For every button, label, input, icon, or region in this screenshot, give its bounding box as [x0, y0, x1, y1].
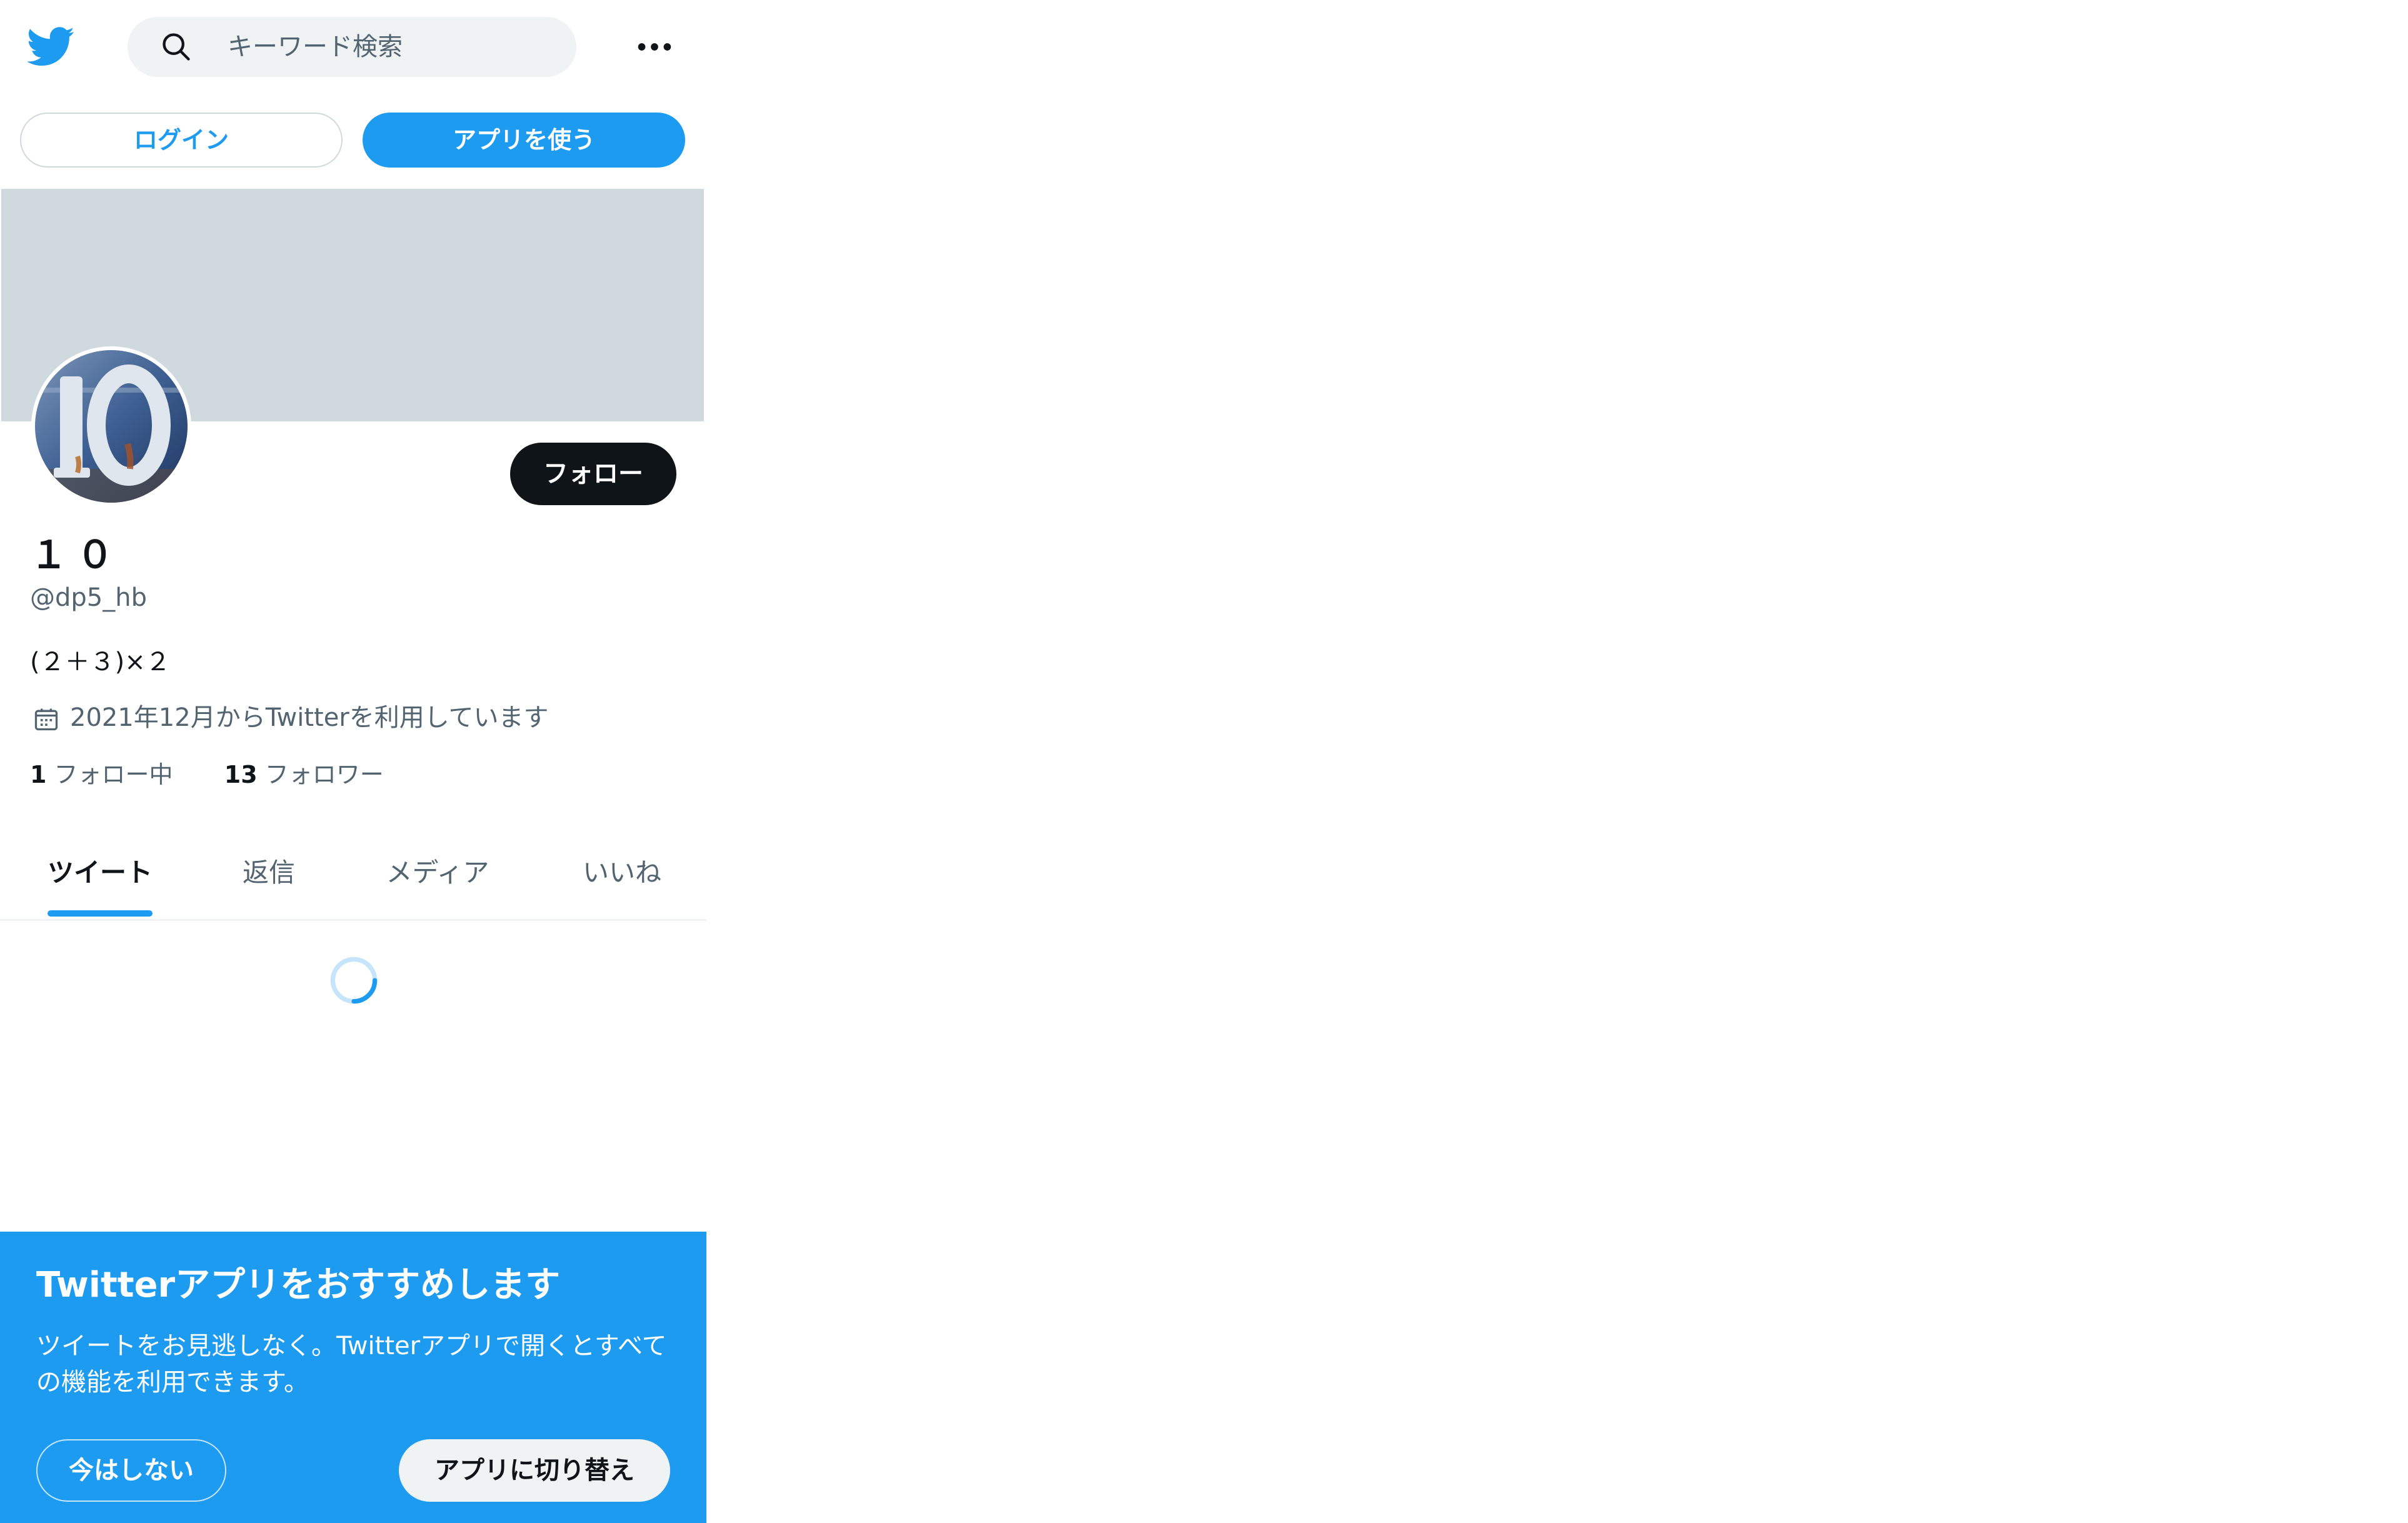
login-button[interactable]: ログイン [20, 113, 343, 168]
joined-text: 2021年12月からTwitterを利用しています [70, 703, 549, 732]
followers-link[interactable]: 13 フォロワー [217, 761, 384, 788]
avatar-image [35, 350, 188, 503]
follow-stats: 1 フォロー中 13 フォロワー [30, 759, 384, 790]
tab-media[interactable]: メディア [374, 857, 501, 889]
promo-title: Twitterアプリをおすすめします [36, 1265, 561, 1305]
followers-count: 13 [224, 761, 258, 788]
profile-handle: @dp5_hb [30, 583, 147, 612]
following-link[interactable]: 1 フォロー中 [30, 761, 181, 788]
use-app-button[interactable]: アプリを使う [363, 113, 685, 168]
app-promo-sheet: Twitterアプリをおすすめします ツイートをお見逃しなく。Twitterアプ… [0, 1232, 706, 1523]
search-input[interactable]: キーワード検索 [228, 32, 403, 62]
top-bar: キーワード検索 [0, 0, 706, 94]
following-count: 1 [30, 761, 47, 788]
tab-likes[interactable]: いいね [571, 857, 673, 889]
following-label: フォロー中 [54, 761, 173, 788]
loading-spinner-icon [330, 957, 378, 1004]
calendar-icon [34, 708, 58, 731]
search-box[interactable]: キーワード検索 [128, 17, 576, 77]
profile-tabs: ツイート 返信 メディア いいね [0, 838, 706, 921]
mobile-profile-page: キーワード検索 ログイン アプリを使う フォロー １０ @dp5_hb (２＋３… [0, 0, 706, 1523]
avatar[interactable] [31, 346, 191, 506]
profile-bio: (２＋３)×２ [30, 648, 171, 676]
followers-label: フォロワー [264, 761, 384, 788]
not-now-button[interactable]: 今はしない [36, 1439, 226, 1502]
more-horizontal-icon[interactable] [633, 25, 676, 69]
profile-name: １０ [30, 533, 123, 577]
follow-button[interactable]: フォロー [510, 443, 676, 505]
promo-body: ツイートをお見逃しなく。Twitterアプリで開くとすべての機能を利用できます。 [36, 1332, 667, 1397]
active-tab-indicator [48, 910, 153, 917]
tab-replies[interactable]: 返信 [231, 857, 306, 889]
twitter-bird-icon[interactable] [28, 23, 75, 70]
search-icon [163, 33, 190, 61]
switch-to-app-button[interactable]: アプリに切り替え [399, 1439, 670, 1502]
tab-tweets[interactable]: ツイート [48, 857, 153, 889]
